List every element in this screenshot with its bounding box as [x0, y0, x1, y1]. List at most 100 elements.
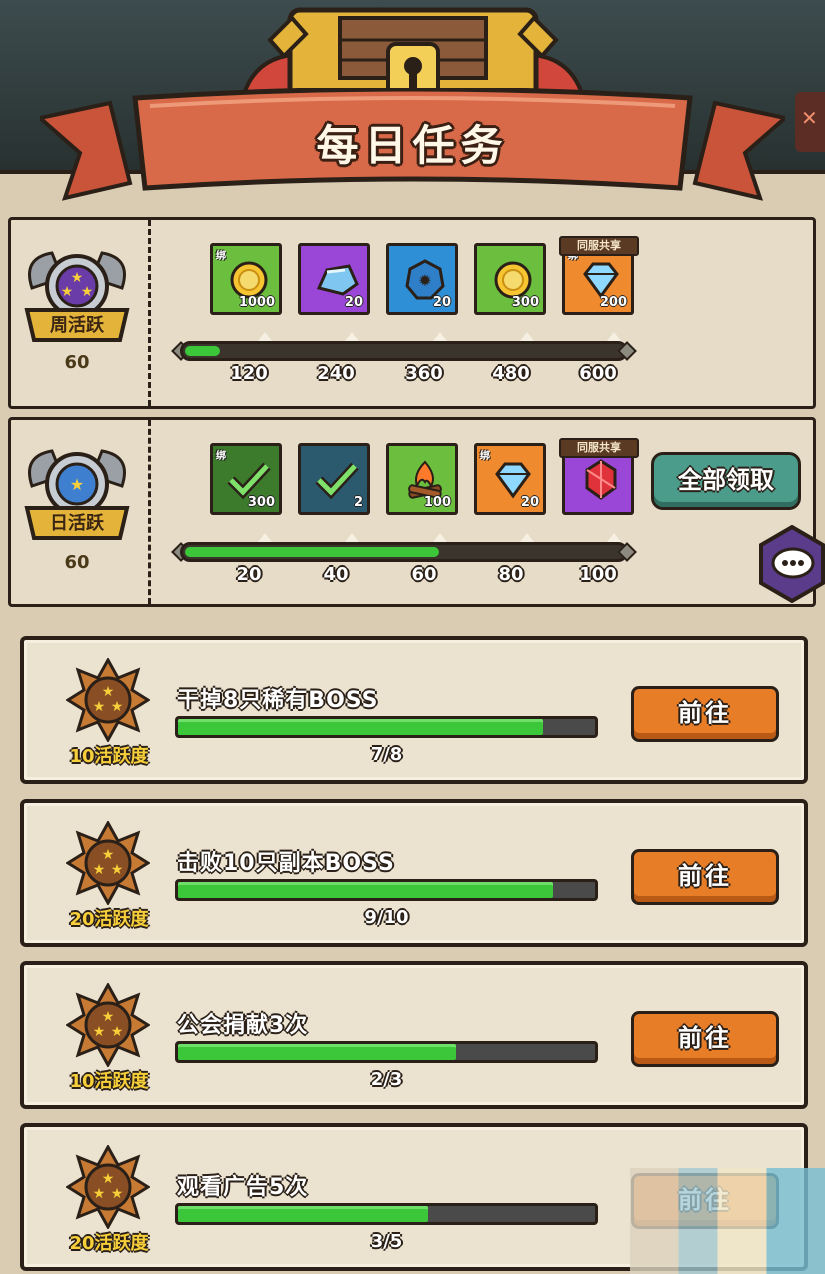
milestone-label: 120 — [230, 363, 268, 384]
reward-tile[interactable]: 2 — [298, 443, 370, 515]
task-progress-text: 9/10 — [364, 907, 409, 928]
daily-shield-icon: ★ — [24, 449, 130, 540]
bound-tag: 绑 — [216, 451, 226, 462]
milestone-label: 20 — [236, 564, 262, 585]
task-progress-fill — [178, 1206, 428, 1222]
reward-quantity: 20 — [344, 295, 363, 310]
task-progress-text: 3/5 — [370, 1231, 403, 1252]
bound-tag: 绑 — [480, 451, 490, 462]
check-icon — [315, 462, 359, 500]
svg-text:★: ★ — [111, 699, 124, 715]
reward-quantity: 100 — [423, 495, 451, 510]
reward-quantity: 300 — [247, 495, 275, 510]
svg-text:★: ★ — [61, 284, 74, 300]
close-button[interactable] — [795, 92, 825, 152]
reward-tile[interactable]: ✹ 20 — [386, 243, 458, 315]
milestone-label: 360 — [405, 363, 443, 384]
svg-text:★: ★ — [70, 475, 84, 494]
star-medal-icon: ★ ★ ★ — [66, 821, 150, 905]
milestone-label: 60 — [411, 564, 437, 585]
daily-value: 60 — [64, 552, 90, 573]
reward-tile[interactable]: 绑 300 — [210, 443, 282, 515]
milestone-label: 480 — [492, 363, 530, 384]
svg-text:★: ★ — [102, 847, 115, 863]
task-progress-bar — [175, 716, 598, 738]
task-reward: 10活跃度 — [69, 1071, 149, 1092]
red-gem-icon — [585, 459, 617, 500]
panel-divider — [148, 220, 151, 406]
daily-progress-fill — [185, 547, 439, 557]
task-reward: 20活跃度 — [69, 909, 149, 930]
svg-text:★: ★ — [93, 862, 106, 878]
weekly-value: 60 — [64, 352, 90, 373]
milestone-label: 80 — [498, 564, 524, 585]
task-reward: 20活跃度 — [69, 1233, 149, 1254]
reward-tile[interactable]: 100 — [386, 443, 458, 515]
svg-text:★: ★ — [102, 1009, 115, 1025]
milestone-marker — [258, 332, 272, 341]
task-progress-fill — [178, 882, 553, 898]
bound-tag: 绑 — [216, 251, 226, 262]
task-name: 击败10只副本BOSS — [177, 851, 395, 876]
task-name: 观看广告5次 — [177, 1175, 309, 1200]
milestone-marker — [258, 533, 272, 542]
go-button[interactable]: 前往 — [631, 686, 779, 742]
reward-tile[interactable]: 20 — [298, 243, 370, 315]
weekly-label: 周活跃 — [50, 315, 104, 336]
star-medal-icon: ★ ★ ★ — [66, 1145, 150, 1229]
reward-tile[interactable]: 绑 20 — [474, 443, 546, 515]
daily-progress-track — [180, 542, 628, 562]
task-progress-bar — [175, 879, 598, 901]
task-name: 干掉8只稀有BOSS — [177, 688, 379, 713]
chat-bubble-icon[interactable] — [757, 525, 825, 603]
milestone-marker — [520, 533, 534, 542]
task-progress-fill — [178, 1044, 456, 1060]
milestone-marker — [607, 533, 621, 542]
go-button[interactable]: 前往 — [631, 849, 779, 905]
milestone-marker — [433, 332, 447, 341]
svg-text:★: ★ — [81, 284, 94, 300]
milestone-marker — [345, 533, 359, 542]
svg-text:★: ★ — [111, 862, 124, 878]
reward-tile[interactable]: 绑 1000 — [210, 243, 282, 315]
daily-label: 日活跃 — [50, 513, 104, 534]
svg-text:✹: ✹ — [418, 271, 431, 290]
weekly-progress-fill — [185, 346, 220, 356]
reward-tile[interactable]: 300 — [474, 243, 546, 315]
svg-text:★: ★ — [93, 1186, 106, 1202]
svg-text:★: ★ — [93, 1024, 106, 1040]
star-medal-icon: ★ ★ ★ — [66, 983, 150, 1067]
task-card: ★ ★ ★ 20活跃度 击败10只副本BOSS 9/10 前往 — [20, 799, 808, 947]
task-progress-bar — [175, 1203, 598, 1225]
blurred-overlay — [630, 1168, 825, 1274]
svg-text:★: ★ — [102, 684, 115, 700]
page-title: 每日任务 — [316, 121, 509, 170]
reward-quantity: 300 — [511, 295, 539, 310]
milestone-label: 100 — [579, 564, 617, 585]
task-progress-text: 2/3 — [370, 1069, 403, 1090]
task-progress-fill — [178, 719, 543, 735]
milestone-label: 600 — [579, 363, 617, 384]
milestone-marker — [433, 533, 447, 542]
reward-quantity: 20 — [520, 495, 539, 510]
weekly-progress-track — [180, 341, 628, 361]
milestone-marker — [607, 332, 621, 341]
milestone-marker — [520, 332, 534, 341]
claim-all-button[interactable]: 全部领取 — [651, 452, 801, 510]
svg-text:★: ★ — [93, 699, 106, 715]
task-name: 公会捐献3次 — [177, 1013, 309, 1038]
svg-text:★: ★ — [111, 1024, 124, 1040]
reward-quantity: 20 — [432, 295, 451, 310]
svg-text:★: ★ — [102, 1171, 115, 1187]
go-button[interactable]: 前往 — [631, 1011, 779, 1067]
reward-quantity: 1000 — [238, 295, 275, 310]
milestone-label: 40 — [323, 564, 349, 585]
task-card: ★ ★ ★ 10活跃度 公会捐献3次 2/3 前往 — [20, 961, 808, 1109]
weekly-shield-icon: ★ ★ ★ — [24, 251, 130, 342]
share-tag: 同服共享 — [559, 236, 639, 256]
share-tag: 同服共享 — [559, 438, 639, 458]
svg-text:★: ★ — [111, 1186, 124, 1202]
reward-quantity: 2 — [353, 495, 363, 510]
milestone-marker — [345, 332, 359, 341]
milestone-label: 240 — [317, 363, 355, 384]
